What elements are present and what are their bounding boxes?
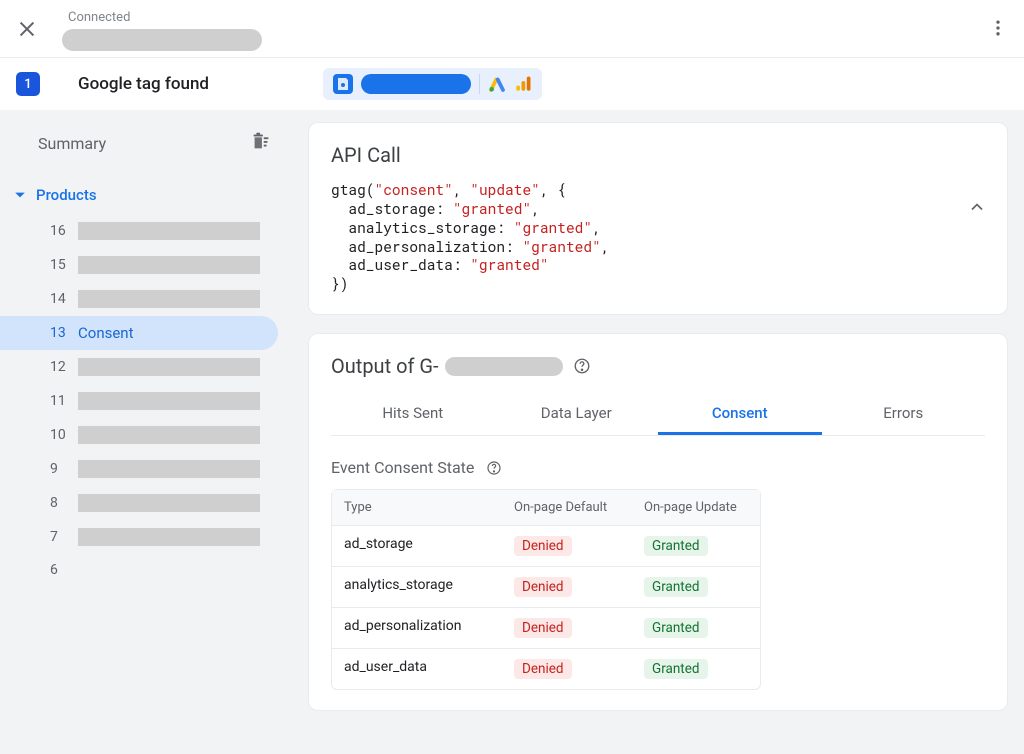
sidebar-event-item[interactable]: 6 bbox=[0, 554, 278, 586]
chip-divider bbox=[479, 74, 480, 94]
tab-hits-sent[interactable]: Hits Sent bbox=[331, 394, 495, 435]
status-badge-granted: Granted bbox=[644, 618, 708, 638]
consent-section-title: Event Consent State bbox=[331, 458, 985, 477]
sidebar-event-item[interactable]: 16 bbox=[0, 214, 278, 248]
status-badge-granted: Granted bbox=[644, 536, 708, 556]
event-number: 7 bbox=[50, 529, 68, 545]
event-name-redacted bbox=[78, 222, 260, 240]
event-name-redacted bbox=[78, 392, 260, 410]
more-vert-icon bbox=[988, 18, 1008, 38]
main-split: Summary Products 16 15 14 13 Consent 12 bbox=[0, 110, 1024, 754]
event-number: 15 bbox=[50, 257, 68, 273]
status-badge-denied: Denied bbox=[514, 577, 572, 597]
top-bar: Connected bbox=[0, 0, 1024, 58]
status-badge-denied: Denied bbox=[514, 618, 572, 638]
sidebar-event-item[interactable]: 7 bbox=[0, 520, 278, 554]
event-number: 13 bbox=[50, 325, 68, 341]
collapse-button[interactable] bbox=[967, 197, 987, 221]
sidebar-event-item[interactable]: 8 bbox=[0, 486, 278, 520]
api-call-card: API Call gtag("consent", "update", { ad_… bbox=[308, 122, 1008, 315]
connected-label: Connected bbox=[62, 10, 262, 25]
connection-block: Connected bbox=[62, 10, 262, 51]
status-badge-granted: Granted bbox=[644, 577, 708, 597]
event-number: 16 bbox=[50, 223, 68, 239]
status-badge-granted: Granted bbox=[644, 659, 708, 679]
event-label: Consent bbox=[78, 324, 134, 342]
event-number: 10 bbox=[50, 427, 68, 443]
google-analytics-icon bbox=[514, 75, 532, 93]
tag-status-bar: 1 Google tag found bbox=[0, 58, 1024, 110]
event-name-redacted bbox=[78, 426, 260, 444]
event-name-redacted bbox=[78, 256, 260, 274]
cell-type: analytics_storage bbox=[332, 567, 502, 607]
chevron-up-icon bbox=[967, 197, 987, 217]
event-name-redacted bbox=[78, 358, 260, 376]
help-icon[interactable] bbox=[486, 460, 502, 476]
delete-sweep-icon bbox=[250, 130, 272, 152]
sidebar-event-item[interactable]: 15 bbox=[0, 248, 278, 282]
sidebar-event-item-consent[interactable]: 13 Consent bbox=[0, 316, 278, 350]
tab-errors[interactable]: Errors bbox=[822, 394, 986, 435]
output-tabs: Hits Sent Data Layer Consent Errors bbox=[331, 394, 985, 436]
chevron-down-icon bbox=[14, 189, 26, 201]
event-name-redacted bbox=[78, 494, 260, 512]
tag-count-badge: 1 bbox=[16, 72, 40, 96]
event-number: 11 bbox=[50, 393, 68, 409]
header-default: On-page Default bbox=[502, 490, 632, 525]
tab-data-layer[interactable]: Data Layer bbox=[495, 394, 659, 435]
header-type: Type bbox=[332, 490, 502, 525]
output-header: Output of G- bbox=[331, 354, 985, 378]
products-section-header[interactable]: Products bbox=[0, 176, 292, 214]
event-number: 6 bbox=[50, 562, 68, 578]
table-row: ad_personalization Denied Granted bbox=[332, 608, 760, 649]
table-row: ad_storage Denied Granted bbox=[332, 526, 760, 567]
status-badge-denied: Denied bbox=[514, 536, 572, 556]
output-id-redacted bbox=[445, 357, 563, 376]
help-icon[interactable] bbox=[573, 357, 591, 375]
close-button[interactable] bbox=[16, 18, 38, 44]
tag-chips[interactable] bbox=[323, 68, 542, 100]
consent-table: Type On-page Default On-page Update ad_s… bbox=[331, 489, 761, 690]
sidebar-event-item[interactable]: 9 bbox=[0, 452, 278, 486]
event-name-redacted bbox=[78, 460, 260, 478]
content-area: API Call gtag("consent", "update", { ad_… bbox=[292, 110, 1024, 754]
event-name-redacted bbox=[78, 528, 260, 546]
event-number: 9 bbox=[50, 461, 68, 477]
event-number: 8 bbox=[50, 495, 68, 511]
cell-type: ad_storage bbox=[332, 526, 502, 566]
status-badge-denied: Denied bbox=[514, 659, 572, 679]
clear-all-button[interactable] bbox=[250, 130, 272, 156]
api-call-title: API Call bbox=[331, 143, 985, 167]
sidebar-event-item[interactable]: 11 bbox=[0, 384, 278, 418]
close-icon bbox=[16, 18, 38, 40]
table-row: ad_user_data Denied Granted bbox=[332, 649, 760, 689]
gtag-icon bbox=[333, 74, 353, 94]
event-name-redacted bbox=[78, 290, 260, 308]
sidebar-event-item[interactable]: 14 bbox=[0, 282, 278, 316]
table-row: analytics_storage Denied Granted bbox=[332, 567, 760, 608]
summary-row[interactable]: Summary bbox=[0, 130, 292, 156]
tag-found-title: Google tag found bbox=[78, 74, 209, 94]
sidebar-event-item[interactable]: 10 bbox=[0, 418, 278, 452]
connection-url-redacted bbox=[62, 29, 262, 51]
tab-consent[interactable]: Consent bbox=[658, 394, 822, 435]
tag-id-redacted bbox=[361, 74, 471, 94]
cell-type: ad_personalization bbox=[332, 608, 502, 648]
sidebar-event-item[interactable]: 12 bbox=[0, 350, 278, 384]
sidebar: Summary Products 16 15 14 13 Consent 12 bbox=[0, 110, 292, 754]
output-prefix: Output of G- bbox=[331, 354, 439, 378]
api-call-code: gtag("consent", "update", { ad_storage: … bbox=[331, 181, 985, 294]
more-menu-button[interactable] bbox=[988, 18, 1008, 42]
summary-label: Summary bbox=[38, 134, 106, 153]
cell-type: ad_user_data bbox=[332, 649, 502, 689]
table-header-row: Type On-page Default On-page Update bbox=[332, 490, 760, 526]
event-number: 12 bbox=[50, 359, 68, 375]
output-card: Output of G- Hits Sent Data Layer Consen… bbox=[308, 333, 1008, 711]
google-ads-icon bbox=[488, 75, 506, 93]
products-label: Products bbox=[36, 186, 97, 204]
event-number: 14 bbox=[50, 291, 68, 307]
header-update: On-page Update bbox=[632, 490, 762, 525]
